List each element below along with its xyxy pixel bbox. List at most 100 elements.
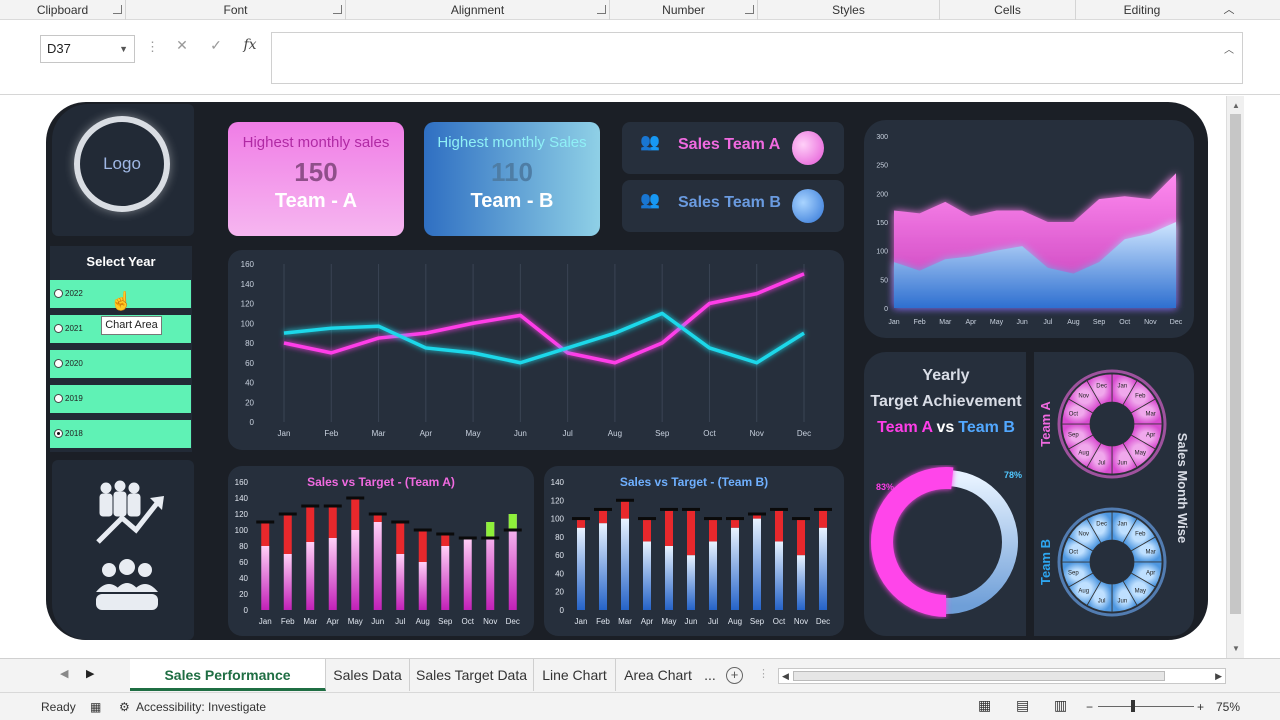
y-tick-label: 160 [241, 260, 255, 269]
y-tick-label: 120 [551, 496, 565, 505]
zoom-slider[interactable] [1098, 706, 1194, 707]
tab-next-icon[interactable]: ▶ [86, 667, 94, 680]
radio-selected-icon[interactable] [54, 429, 63, 438]
dialog-launcher-icon[interactable] [113, 5, 122, 14]
icon-panel [52, 460, 194, 640]
chevron-down-icon[interactable]: ▼ [119, 36, 128, 62]
drag-handle-icon[interactable]: ⋮ [146, 39, 159, 55]
status-bar: Ready ▦ ⚙ Accessibility: Investigate ▦ ▤… [0, 692, 1280, 720]
page-break-preview-icon[interactable]: ▥ [1054, 697, 1067, 714]
radio-icon[interactable] [54, 359, 63, 368]
tab-line-chart[interactable]: Line Chart [534, 659, 616, 691]
excel-window: Clipboard Font Alignment Number Styles C… [0, 0, 1280, 720]
ribbon-group-label: Cells [994, 3, 1021, 17]
y-tick-label: 60 [555, 551, 564, 560]
cancel-icon[interactable]: ✕ [172, 37, 192, 54]
horizontal-scroll-thumb[interactable] [793, 671, 1165, 681]
ribbon-group-cells[interactable]: Cells [940, 0, 1076, 20]
ribbon-group-editing[interactable]: Editing [1076, 0, 1208, 20]
page-layout-icon[interactable]: ▤ [1016, 697, 1029, 714]
dialog-launcher-icon[interactable] [333, 5, 342, 14]
status-ready: Ready [41, 700, 76, 714]
enter-icon[interactable]: ✓ [206, 37, 226, 54]
radio-icon[interactable] [54, 394, 63, 403]
scroll-left-icon[interactable]: ◀ [782, 669, 789, 683]
ribbon-group-clipboard[interactable]: Clipboard [0, 0, 126, 20]
team-a-wheel-month-label: Dec [1096, 383, 1107, 389]
x-tick-label: Mar [303, 617, 317, 626]
ribbon-group-bar: Clipboard Font Alignment Number Styles C… [0, 0, 1280, 20]
month-wise-title: Sales Month Wise [1175, 433, 1190, 543]
x-tick-label: Feb [281, 617, 295, 626]
radio-icon[interactable] [54, 324, 63, 333]
zoom-slider-knob[interactable] [1131, 700, 1135, 712]
vertical-scroll-thumb[interactable] [1230, 114, 1241, 614]
dialog-launcher-icon[interactable] [597, 5, 606, 14]
scroll-down-icon[interactable]: ▼ [1232, 644, 1240, 653]
ribbon-group-number[interactable]: Number [610, 0, 758, 20]
normal-view-icon[interactable]: ▦ [978, 697, 991, 714]
y-tick-label: 140 [241, 280, 255, 289]
scroll-right-icon[interactable]: ▶ [1215, 669, 1222, 683]
sales-bar [463, 538, 472, 610]
x-tick-label: Jan [888, 319, 899, 326]
team-b-wheel-month-label: Apr [1146, 570, 1155, 576]
team-b-wheel-month-label: Feb [1135, 532, 1146, 538]
tab-sales-performance-dashboard[interactable]: Sales Performance Dashboard [130, 659, 326, 715]
month-wise-panel[interactable]: Jan Feb Mar Apr May Jun Jul Aug Sep Oct Nov Dec Jan F… [1034, 352, 1194, 636]
ribbon-group-font[interactable]: Font [126, 0, 346, 20]
radio-icon[interactable] [54, 289, 63, 298]
bar-chart-team-b-panel[interactable]: Sales vs Target - (Team B) 0 20 40 60 80 100 12… [544, 466, 844, 636]
team-b-wheel-month-label: Dec [1096, 521, 1107, 527]
macro-record-icon[interactable]: ▦ [90, 700, 101, 714]
bar-chart-team-a-panel[interactable]: Sales vs Target - (Team A) 0 20 40 60 80 100 12… [228, 466, 534, 636]
dialog-launcher-icon[interactable] [745, 5, 754, 14]
variance-bar [328, 506, 337, 538]
target-marker [616, 498, 634, 502]
expand-formula-icon[interactable]: ︿ [1224, 41, 1234, 56]
x-tick-label: Apr [965, 319, 977, 326]
formula-input[interactable] [271, 32, 1243, 84]
year-label: 2020 [65, 359, 83, 368]
zoom-out-icon[interactable]: − [1086, 700, 1093, 714]
y-tick-label: 140 [551, 478, 565, 487]
pink-orb-icon [792, 131, 824, 165]
ribbon-group-styles[interactable]: Styles [758, 0, 940, 20]
vertical-scrollbar[interactable]: ▲ ▼ [1226, 96, 1244, 658]
add-sheet-icon[interactable]: + [726, 667, 743, 684]
tab-prev-icon[interactable]: ◀ [60, 667, 68, 680]
year-option-2018[interactable]: 2018 [50, 420, 191, 448]
name-box[interactable]: D37 ▼ [40, 35, 135, 63]
tab-sales-target-data[interactable]: Sales Target Data [410, 659, 534, 691]
horizontal-scrollbar[interactable]: ◀ ▶ [778, 668, 1226, 684]
worksheet[interactable]: Logo Select Year 2022 2021 2020 2019 201… [36, 96, 1226, 658]
zoom-level[interactable]: 75% [1216, 700, 1240, 714]
drag-handle-icon[interactable]: ⋮ [758, 667, 769, 680]
ribbon-group-alignment[interactable]: Alignment [346, 0, 610, 20]
sales-bar [373, 522, 382, 610]
x-tick-label: Aug [608, 429, 622, 438]
insert-function-icon[interactable]: fx [240, 37, 260, 53]
accessibility-status[interactable]: Accessibility: Investigate [136, 700, 266, 714]
tab-sales-data[interactable]: Sales Data [326, 659, 410, 691]
target-achievement-panel[interactable]: Yearly Target Achievement Team Avs Team B 83… [864, 352, 1026, 636]
year-option-2020[interactable]: 2020 [50, 350, 191, 378]
x-tick-label: Dec [797, 429, 811, 438]
accessibility-icon[interactable]: ⚙ [119, 700, 130, 714]
scroll-up-icon[interactable]: ▲ [1232, 101, 1240, 110]
year-option-2019[interactable]: 2019 [50, 385, 191, 413]
sales-bar [441, 546, 450, 610]
line-chart-panel[interactable]: Jan Feb Mar Apr May Jun Jul Aug Sep Oct Nov Dec 0 20 4… [228, 250, 844, 450]
tab-more[interactable]: ... [700, 659, 720, 691]
team-b-wheel-month-label: Oct [1069, 550, 1079, 556]
zoom-in-icon[interactable]: + [1197, 700, 1204, 714]
tab-area-chart[interactable]: Area Chart [616, 659, 700, 691]
sales-bar [577, 527, 585, 610]
area-chart-panel[interactable]: 0 50 100 150 200 250 300 Jan Feb Mar Apr May Jun Jul A… [864, 120, 1194, 338]
variance-bar [486, 522, 495, 538]
team-a-wheel-month-label: Mar [1145, 412, 1155, 418]
x-tick-label: Feb [596, 617, 610, 626]
icon-panel-svg [96, 480, 164, 610]
collapse-ribbon-icon[interactable]: ︿ [1222, 3, 1236, 17]
sales-bar [643, 541, 651, 610]
